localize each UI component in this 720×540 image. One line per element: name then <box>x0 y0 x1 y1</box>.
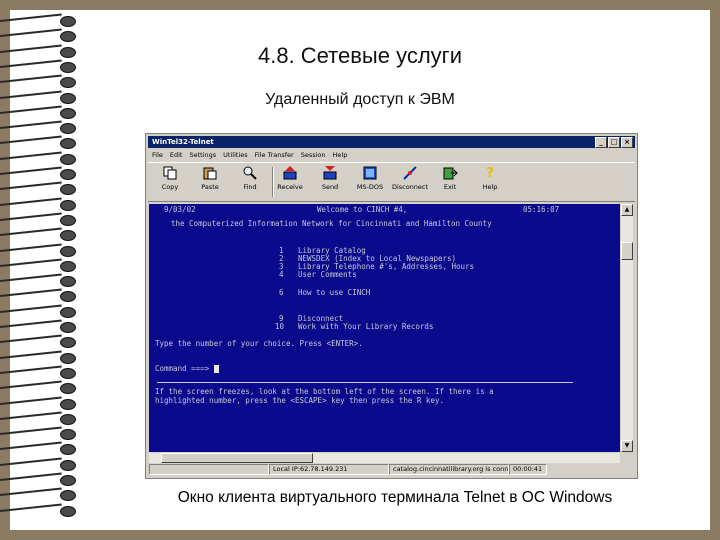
copy-icon <box>162 165 178 181</box>
slide-title: 4.8. Сетевые услуги <box>257 43 462 68</box>
menu-edit[interactable]: Edit <box>170 150 183 161</box>
status-host: catalog.cincinnatilibrary.org is conne <box>389 464 509 475</box>
terminal-cursor <box>213 365 219 373</box>
paste-icon <box>202 165 218 181</box>
menu-item-num: 6 <box>279 288 284 297</box>
ring-icon <box>0 288 78 303</box>
terminal-screen[interactable]: 9/03/02 Welcome to CINCH #4, 05:16:07 th… <box>149 204 620 452</box>
window-titlebar[interactable]: WinTel32-Telnet _ □ × <box>148 136 635 148</box>
ring-icon <box>0 212 78 227</box>
ring-icon <box>0 120 78 135</box>
find-button[interactable]: Find <box>230 165 270 191</box>
disconnect-icon <box>402 165 418 181</box>
menu-help[interactable]: Help <box>333 150 348 161</box>
slide-caption: Окно клиента виртуального терминала Teln… <box>177 489 613 506</box>
status-timer: 00:00:41 <box>509 464 547 475</box>
ms-dos-icon <box>362 165 378 181</box>
ring-icon <box>0 426 78 441</box>
terminal-divider <box>157 382 573 383</box>
menu-file[interactable]: File <box>152 150 163 161</box>
disconnect-button[interactable]: Disconnect <box>390 165 430 191</box>
toolbar: Copy Paste Find Receive Send MS-DOS Disc… <box>148 162 635 202</box>
terminal-tagline: the Computerized Information Network for… <box>171 219 492 228</box>
command-line[interactable]: Command ===> <box>155 364 219 373</box>
terminal-welcome: Welcome to CINCH #4, <box>317 205 408 214</box>
ring-icon <box>0 350 78 365</box>
ms-dos-button[interactable]: MS-DOS <box>350 165 390 191</box>
ring-icon <box>0 472 78 487</box>
menu-utilities[interactable]: Utilities <box>223 150 247 161</box>
ring-icon <box>0 166 78 181</box>
terminal-date: 9/03/02 <box>164 205 196 214</box>
vertical-scrollbar[interactable]: ▲ ▼ <box>621 204 633 452</box>
copy-button[interactable]: Copy <box>150 165 190 191</box>
exit-button[interactable]: Exit <box>430 165 470 191</box>
scroll-up-button[interactable]: ▲ <box>621 204 633 216</box>
ring-icon <box>0 258 78 273</box>
help-icon: ? <box>486 165 494 181</box>
ring-icon <box>0 319 78 334</box>
ring-icon <box>0 396 78 411</box>
scroll-thumb[interactable] <box>621 242 633 260</box>
ring-icon <box>0 197 78 212</box>
scroll-down-button[interactable]: ▼ <box>621 440 633 452</box>
ring-icon <box>0 304 78 319</box>
paste-button[interactable]: Paste <box>190 165 230 191</box>
send-icon <box>322 165 338 181</box>
terminal-prompt: Type the number of your choice. Press <E… <box>155 339 363 348</box>
ring-icon <box>0 227 78 242</box>
horizontal-scroll-thumb[interactable] <box>161 453 313 463</box>
window-title: WinTel32-Telnet <box>152 138 214 146</box>
find-icon <box>242 165 258 181</box>
ring-icon <box>0 243 78 258</box>
maximize-button[interactable]: □ <box>608 137 620 148</box>
menu-item-text: User Comments <box>298 270 357 279</box>
minimize-button[interactable]: _ <box>595 137 607 148</box>
command-label: Command ===> <box>155 364 210 373</box>
ring-icon <box>0 365 78 380</box>
ring-icon <box>0 380 78 395</box>
ring-icon <box>0 151 78 166</box>
help-button[interactable]: ? Help <box>470 165 510 192</box>
horizontal-scrollbar[interactable] <box>149 453 620 463</box>
ring-icon <box>0 334 78 349</box>
menu-bar: File Edit Settings Utilities File Transf… <box>148 150 635 161</box>
menu-session[interactable]: Session <box>301 150 326 161</box>
ring-icon <box>0 457 78 472</box>
menu-item-num: 10 <box>275 322 285 331</box>
ring-icon <box>0 28 78 43</box>
menu-item-text: How to use CINCH <box>298 288 371 297</box>
ring-icon <box>0 74 78 89</box>
slide-subtitle: Удаленный доступ к ЭВМ <box>265 91 455 108</box>
terminal-help-line: highlighted number, press the <ESCAPE> k… <box>155 396 444 405</box>
ring-icon <box>0 273 78 288</box>
receive-icon <box>282 165 298 181</box>
ring-icon <box>0 13 78 28</box>
status-empty <box>149 464 269 475</box>
menu-item-text: Work with Your Library Records <box>298 322 434 331</box>
ring-icon <box>0 181 78 196</box>
ring-icon <box>0 135 78 150</box>
menu-settings[interactable]: Settings <box>189 150 216 161</box>
ring-icon <box>0 411 78 426</box>
menu-file-transfer[interactable]: File Transfer <box>255 150 294 161</box>
send-button[interactable]: Send <box>310 165 350 191</box>
ring-icon <box>0 441 78 456</box>
exit-icon <box>442 165 458 181</box>
terminal-time: 05:16:07 <box>523 205 560 214</box>
receive-button[interactable]: Receive <box>270 165 310 191</box>
status-bar: Local IP:62.78.149.231 catalog.cincinnat… <box>149 464 634 475</box>
telnet-window: WinTel32-Telnet _ □ × File Edit Settings… <box>145 133 638 479</box>
status-local-ip: Local IP:62.78.149.231 <box>269 464 389 475</box>
close-button[interactable]: × <box>621 137 633 148</box>
terminal-help-line: If the screen freezes, look at the botto… <box>155 387 494 396</box>
menu-item-num: 4 <box>279 270 284 279</box>
